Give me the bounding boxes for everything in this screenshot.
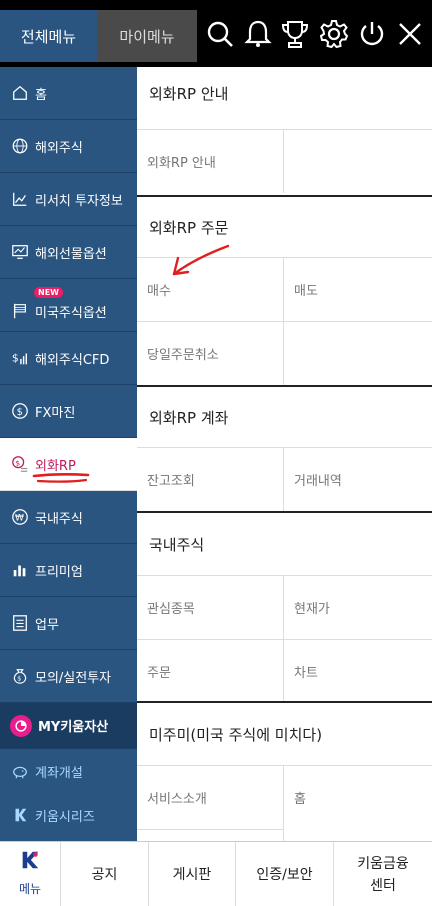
sidebar-item-my-assets[interactable]: MY키움자산 (0, 703, 137, 749)
sidebar-item-cfd[interactable]: $ 해외주식CFD (0, 332, 137, 385)
sidebar-item-home[interactable]: 홈 (0, 67, 137, 120)
menu-home[interactable]: 홈 (284, 765, 432, 829)
sidebar-item-label: 해외주식 (35, 140, 83, 156)
sidebar-item-label: 리서치 투자정보 (35, 193, 123, 209)
sidebar: 홈 해외주식 리서치 투자정보 해외선물옵션 NEW 미국주식옵션 $ 해외주식… (0, 67, 137, 841)
sidebar-item-label: MY키움자산 (38, 720, 109, 735)
svg-text:$: $ (17, 676, 21, 683)
sidebar-item-label: 미국주식옵션 (35, 305, 107, 321)
new-badge: NEW (34, 287, 63, 298)
checklist-icon (10, 613, 30, 633)
menu-partial-row (137, 829, 284, 841)
sidebar-item-fx-rp[interactable]: $ 외화RP (0, 438, 137, 491)
sidebar-item-kiwoom-series[interactable]: 키움시리즈 (0, 793, 137, 837)
sidebar-item-label: 해외주식CFD (35, 352, 110, 368)
svg-text:$: $ (12, 352, 19, 365)
bell-icon[interactable] (240, 14, 276, 54)
bottom-financial-center[interactable]: 키움금융 센터 (333, 842, 432, 906)
pie-icon (10, 714, 32, 737)
bottom-board[interactable]: 게시판 (148, 842, 235, 906)
bottom-menu-button[interactable]: 메뉴 (0, 842, 60, 906)
top-bar: 전체메뉴 마이메뉴 (0, 0, 432, 67)
bars-icon (10, 560, 30, 580)
sidebar-item-open-account[interactable]: 계좌개설 (0, 749, 137, 793)
monitor-chart-icon (10, 242, 30, 262)
sidebar-item-us-options[interactable]: NEW 미국주식옵션 (0, 279, 137, 332)
bottom-notice[interactable]: 공지 (60, 842, 148, 906)
section-title-fx-rp-order: 외화RP 주문 (137, 195, 432, 257)
sidebar-item-label: FX마진 (35, 405, 76, 421)
sidebar-item-mock-trading[interactable]: $ 모의/실전투자 (0, 650, 137, 703)
section-title-mijumi: 미주미(미국 주식에 미치다) (137, 701, 432, 765)
tab-all-menu[interactable]: 전체메뉴 (0, 10, 97, 62)
tab-my-menu[interactable]: 마이메뉴 (97, 10, 197, 62)
sidebar-item-label: 외화RP (35, 458, 76, 474)
money-bag-icon: $ (10, 666, 30, 686)
sidebar-item-research[interactable]: 리서치 투자정보 (0, 173, 137, 226)
menu-balance-inquiry[interactable]: 잔고조회 (137, 447, 284, 511)
menu-fx-rp-info[interactable]: 외화RP 안내 (137, 129, 284, 193)
menu-transaction-history[interactable]: 거래내역 (284, 447, 432, 511)
menu-watchlist[interactable]: 관심종목 (137, 575, 284, 639)
k-icon (10, 805, 30, 825)
sidebar-item-label: 업무 (35, 617, 59, 633)
coin-icon: $ (10, 454, 30, 474)
sidebar-item-label: 프리미엄 (35, 564, 83, 580)
gear-icon[interactable] (316, 14, 352, 54)
sidebar-item-label: 해외선물옵션 (35, 246, 107, 262)
menu-chart[interactable]: 차트 (284, 639, 432, 703)
sidebar-item-work[interactable]: 업무 (0, 597, 137, 650)
menu-cancel-today-order[interactable]: 당일주문취소 (137, 321, 284, 385)
sidebar-item-fx-margin[interactable]: $ FX마진 (0, 385, 137, 438)
flag-icon (10, 301, 30, 321)
menu-order[interactable]: 주문 (137, 639, 284, 703)
sidebar-item-label: 홈 (35, 87, 47, 103)
dollar-circle-icon: $ (10, 401, 30, 421)
won-icon: ₩ (10, 507, 30, 527)
piggy-icon (10, 761, 30, 781)
sidebar-item-label: 키움시리즈 (35, 809, 95, 825)
sidebar-item-label: 국내주식 (35, 511, 83, 527)
close-icon[interactable] (392, 14, 428, 54)
svg-text:$: $ (17, 407, 23, 418)
section-title-fx-rp-account: 외화RP 계좌 (137, 385, 432, 447)
search-icon[interactable] (202, 14, 238, 54)
kiwoom-logo-icon (19, 849, 41, 878)
trophy-icon[interactable] (277, 14, 313, 54)
sidebar-item-label: 계좌개설 (35, 765, 83, 781)
menu-sell[interactable]: 매도 (284, 257, 432, 321)
bottom-menu-label: 메뉴 (18, 882, 42, 896)
bottom-auth-security[interactable]: 인증/보안 (235, 842, 333, 906)
section-title-fx-rp-info: 외화RP 안내 (149, 84, 229, 103)
sidebar-item-premium[interactable]: 프리미엄 (0, 544, 137, 597)
sidebar-item-domestic-stock[interactable]: ₩ 국내주식 (0, 491, 137, 544)
power-icon[interactable] (354, 14, 390, 54)
chart-icon (10, 189, 30, 209)
menu-service-intro[interactable]: 서비스소개 (137, 765, 284, 829)
sidebar-item-label: 모의/실전투자 (35, 670, 112, 686)
menu-buy[interactable]: 매수 (137, 257, 284, 321)
svg-text:₩: ₩ (15, 514, 24, 524)
submenu-panel: 외화RP 안내 외화RP 안내 외화RP 주문 매수 매도 당일주문취소 외화R… (137, 67, 432, 841)
home-icon (10, 83, 30, 103)
menu-empty (284, 321, 432, 385)
sidebar-item-futures-options[interactable]: 해외선물옵션 (0, 226, 137, 279)
menu-current-price[interactable]: 현재가 (284, 575, 432, 639)
section-title-domestic-stock: 국내주식 (137, 511, 432, 575)
globe-icon (10, 136, 30, 156)
svg-text:$: $ (16, 458, 21, 467)
dollar-bars-icon: $ (10, 348, 30, 368)
menu-empty (284, 129, 432, 193)
bottom-bar: 메뉴 공지 게시판 인증/보안 키움금융 센터 (0, 841, 432, 906)
sidebar-item-overseas-stock[interactable]: 해외주식 (0, 120, 137, 173)
